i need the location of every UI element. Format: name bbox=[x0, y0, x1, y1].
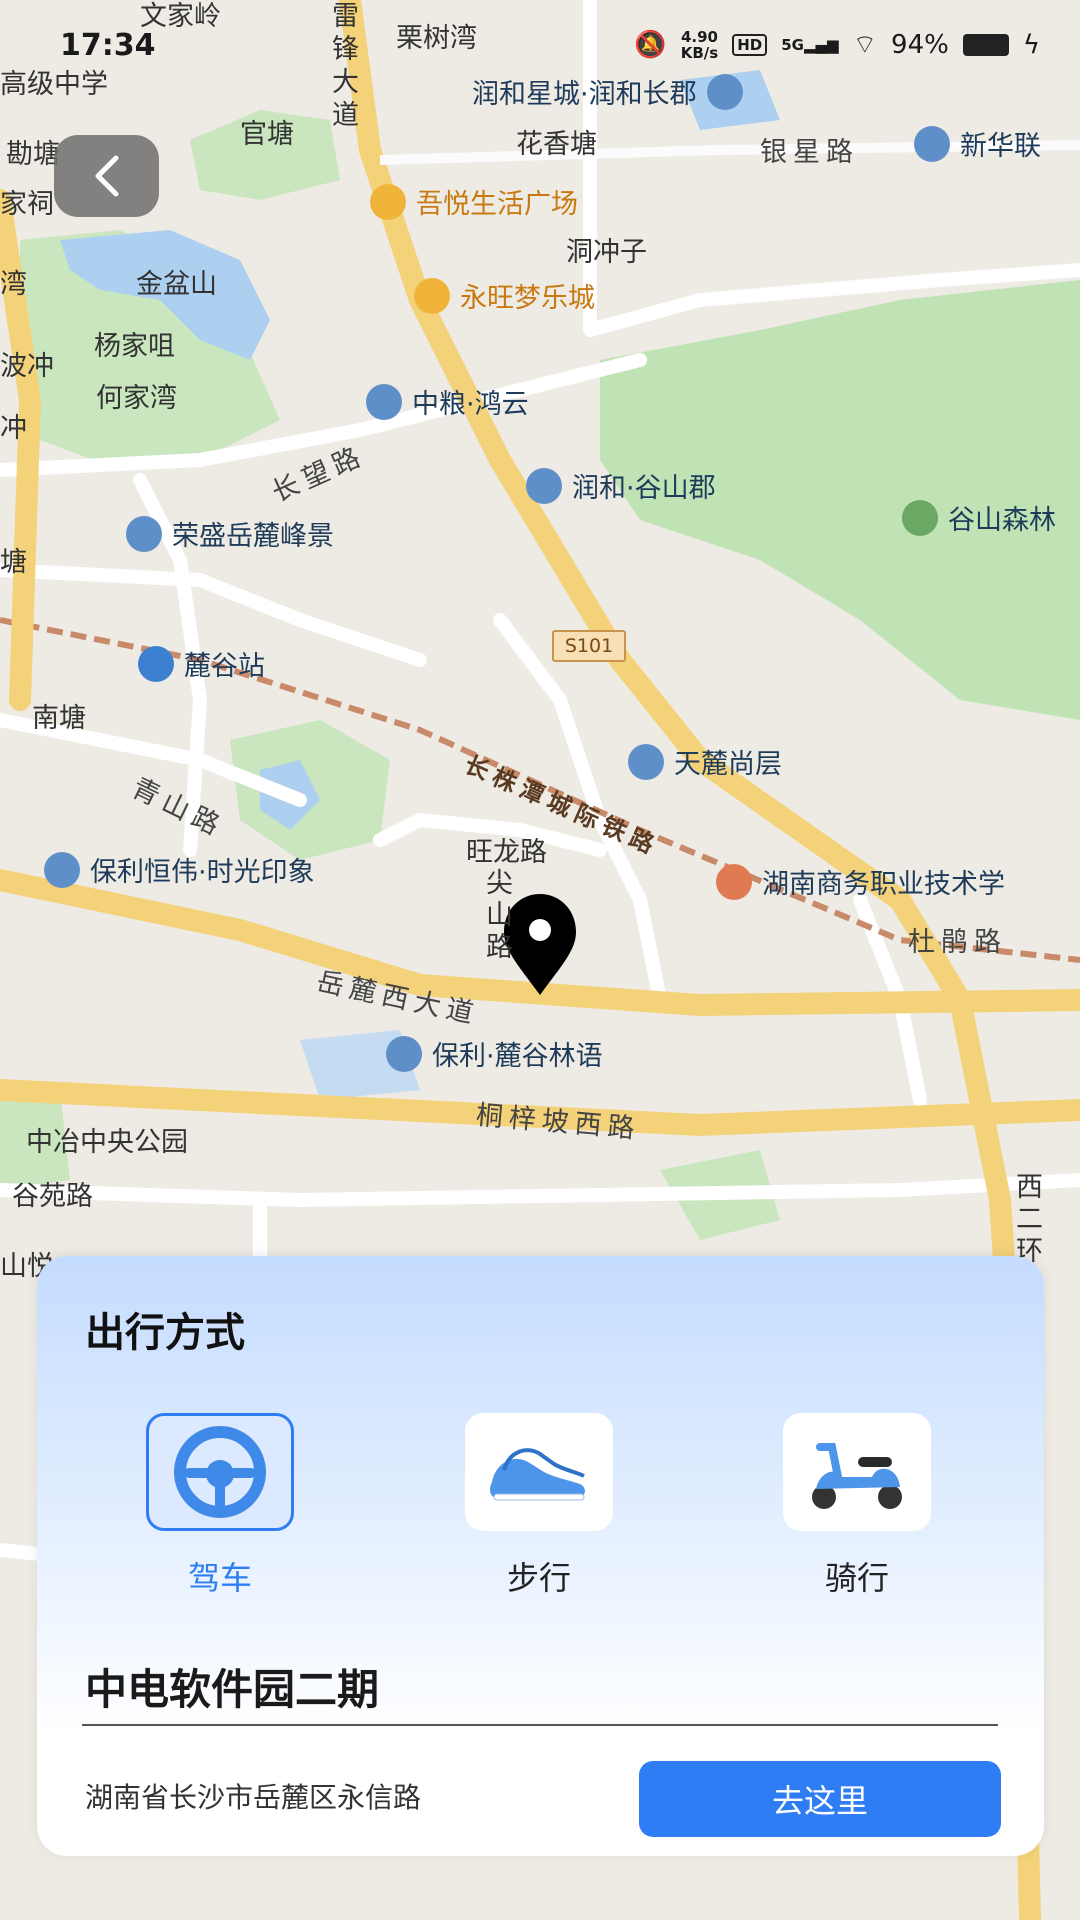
poi-label: 麓谷站 bbox=[184, 651, 265, 682]
poi-baoli-hengwei[interactable]: 保利恒伟·时光印象 bbox=[44, 850, 315, 889]
map-label: 家祠 bbox=[0, 189, 54, 220]
mode-cycling[interactable]: 骑行 bbox=[783, 1413, 931, 1599]
poi-label: 荣盛岳麓峰景 bbox=[172, 521, 334, 552]
map-label: 冲 bbox=[0, 413, 27, 444]
go-here-button[interactable]: 去这里 bbox=[639, 1761, 1001, 1837]
poi-hunan-college[interactable]: 湖南商务职业技术学 bbox=[716, 862, 1005, 901]
road-label: 银星路 bbox=[760, 137, 859, 168]
poi-label: 润和·谷山郡 bbox=[572, 473, 716, 504]
poi-zhongliang[interactable]: 中粮·鸿云 bbox=[366, 382, 529, 421]
map-label: 南塘 bbox=[32, 703, 86, 734]
mall-icon bbox=[370, 183, 406, 220]
poi-label: 保利·麓谷林语 bbox=[432, 1041, 603, 1072]
residence-icon bbox=[44, 851, 80, 888]
destination-address: 湖南省长沙市岳麓区永信路 bbox=[85, 1781, 422, 1814]
poi-tianlu[interactable]: 天麓尚层 bbox=[628, 742, 782, 781]
poi-label: 谷山森林 bbox=[948, 505, 1056, 536]
poi-label: 天麓尚层 bbox=[674, 749, 782, 780]
mode-walking[interactable]: 步行 bbox=[465, 1413, 613, 1599]
poi-wuyue[interactable]: 吾悦生活广场 bbox=[370, 182, 578, 221]
residence-icon bbox=[914, 125, 950, 162]
signal-icon: 5G▂▄▆ bbox=[781, 35, 839, 54]
poi-label: 润和星城·润和长郡 bbox=[472, 79, 697, 110]
map-label: 旺龙路 bbox=[466, 837, 547, 868]
map-label: 杨家咀 bbox=[94, 331, 175, 362]
poi-label: 吾悦生活广场 bbox=[416, 189, 578, 220]
poi-label: 湖南商务职业技术学 bbox=[762, 869, 1005, 900]
residence-icon bbox=[526, 467, 562, 504]
map-label: 何家湾 bbox=[96, 383, 177, 414]
mode-icon-box bbox=[465, 1413, 613, 1531]
poi-baoli-lugu[interactable]: 保利·麓谷林语 bbox=[386, 1034, 603, 1073]
poi-yongwang[interactable]: 永旺梦乐城 bbox=[414, 276, 595, 315]
road-label: 杜鹃路 bbox=[908, 927, 1007, 958]
poi-label: 永旺梦乐城 bbox=[460, 283, 595, 314]
residence-icon bbox=[366, 383, 402, 420]
back-arrow-icon bbox=[95, 155, 118, 197]
mall-icon bbox=[414, 277, 450, 314]
network-type: 5G bbox=[781, 35, 804, 54]
scooter-icon bbox=[812, 1443, 902, 1509]
net-speed: 4.90 KB/s bbox=[681, 29, 718, 61]
status-bar: 17:34 🔕 4.90 KB/s HD 5G▂▄▆ ⌔ 94% ϟ bbox=[0, 22, 1080, 72]
school-icon bbox=[716, 863, 752, 900]
residence-icon bbox=[628, 743, 664, 780]
map-label: 花香塘 bbox=[516, 129, 597, 160]
mode-label: 驾车 bbox=[187, 1559, 252, 1597]
travel-mode-sheet: 出行方式 驾车 步行 骑行 中电软件园二期 湖南省长沙市岳麓区永信路 去这里 bbox=[37, 1256, 1044, 1856]
map-label: 金盆山 bbox=[136, 269, 217, 300]
mute-icon: 🔕 bbox=[634, 29, 667, 60]
hd-icon: HD bbox=[732, 33, 768, 56]
highway-shield: S101 bbox=[552, 630, 626, 662]
map-label: 西二环 bbox=[1016, 1172, 1043, 1267]
divider bbox=[82, 1724, 998, 1726]
steering-wheel-icon bbox=[174, 1426, 266, 1518]
map-label: 波冲 bbox=[0, 351, 54, 382]
map-label: 中冶中央公园 bbox=[26, 1127, 188, 1158]
map-label: 官塘 bbox=[240, 119, 294, 150]
mode-label: 步行 bbox=[506, 1559, 571, 1597]
poi-label: 新华联 bbox=[960, 131, 1041, 162]
clock: 17:34 bbox=[60, 28, 156, 63]
poi-label: 保利恒伟·时光印象 bbox=[90, 857, 315, 888]
residence-icon bbox=[386, 1035, 422, 1072]
poi-xinhualian[interactable]: 新华联 bbox=[914, 124, 1041, 163]
map-label: 湾 bbox=[0, 269, 27, 300]
destination-name: 中电软件园二期 bbox=[85, 1665, 380, 1714]
map-label: 勘塘 bbox=[6, 139, 60, 170]
map-label: 洞冲子 bbox=[566, 237, 647, 268]
poi-rongsheng[interactable]: 荣盛岳麓峰景 bbox=[126, 514, 334, 553]
mode-icon-box bbox=[146, 1413, 294, 1531]
status-icons: 🔕 4.90 KB/s HD 5G▂▄▆ ⌔ 94% ϟ bbox=[634, 28, 1040, 61]
wifi-icon: ⌔ bbox=[852, 30, 878, 60]
mode-label: 骑行 bbox=[824, 1559, 889, 1597]
poi-label: 中粮·鸿云 bbox=[412, 389, 529, 420]
poi-runhe-changjun[interactable]: 润和星城·润和长郡 bbox=[472, 72, 743, 111]
residence-icon bbox=[126, 515, 162, 552]
sheet-title: 出行方式 bbox=[85, 1310, 245, 1356]
mode-driving[interactable]: 驾车 bbox=[146, 1413, 294, 1599]
park-icon bbox=[902, 499, 938, 536]
residence-icon bbox=[706, 73, 743, 110]
battery-percent: 94% bbox=[891, 29, 949, 60]
battery-icon bbox=[962, 33, 1009, 56]
map-label: 尖山路 bbox=[486, 868, 513, 963]
poi-lugu-station[interactable]: 麓谷站 bbox=[138, 644, 265, 683]
map-label: 谷苑路 bbox=[12, 1181, 93, 1212]
charging-icon: ϟ bbox=[1022, 29, 1040, 60]
map-label: 塘 bbox=[0, 547, 27, 578]
net-speed-unit: KB/s bbox=[680, 43, 719, 62]
sneakers-icon bbox=[490, 1448, 585, 1501]
metro-icon bbox=[138, 645, 174, 682]
poi-runhe-gushan[interactable]: 润和·谷山郡 bbox=[526, 466, 716, 505]
back-button[interactable] bbox=[54, 135, 159, 217]
mode-icon-box bbox=[783, 1413, 931, 1531]
poi-gushan-forest[interactable]: 谷山森林 bbox=[902, 498, 1056, 537]
